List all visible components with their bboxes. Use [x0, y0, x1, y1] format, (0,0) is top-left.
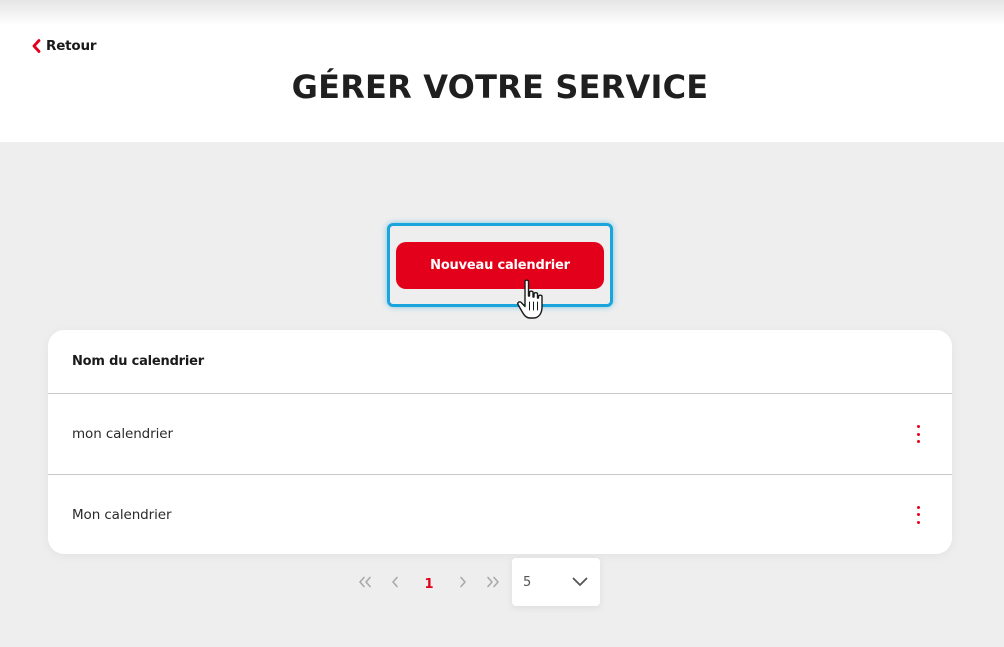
prev-page-button[interactable] — [380, 558, 410, 606]
calendar-name: Mon calendrier — [72, 506, 172, 523]
first-page-button[interactable] — [350, 558, 380, 606]
more-vertical-icon[interactable] — [912, 423, 924, 445]
chevron-left-icon — [392, 576, 398, 588]
chevrons-left-icon — [359, 576, 371, 588]
calendar-table: Nom du calendrier mon calendrier Mon cal… — [48, 330, 952, 554]
chevron-down-icon — [572, 577, 588, 586]
chevrons-right-icon — [487, 576, 499, 588]
table-row[interactable]: mon calendrier — [48, 394, 952, 474]
chevron-right-icon — [460, 576, 466, 588]
last-page-button[interactable] — [478, 558, 508, 606]
new-calendar-button[interactable]: Nouveau calendrier — [396, 242, 604, 289]
page-title: GÉRER VOTRE SERVICE — [291, 68, 709, 106]
pagination: 1 5 — [350, 558, 600, 606]
calendar-name: mon calendrier — [72, 426, 173, 442]
more-vertical-icon[interactable] — [912, 504, 924, 526]
table-row[interactable]: Mon calendrier — [48, 474, 952, 554]
page-size-value: 5 — [523, 574, 532, 590]
page-size-select[interactable]: 5 — [512, 558, 600, 606]
chevron-left-icon — [31, 39, 42, 53]
next-page-button[interactable] — [448, 558, 478, 606]
current-page[interactable]: 1 — [410, 558, 448, 606]
back-link-label: Retour — [46, 38, 97, 54]
back-link[interactable]: Retour — [31, 37, 97, 55]
header-shadow — [0, 0, 1004, 26]
page-header: Retour GÉRER VOTRE SERVICE — [0, 0, 1004, 142]
column-header-calendar-name: Nom du calendrier — [48, 330, 952, 394]
hand-pointer-icon — [517, 279, 543, 319]
